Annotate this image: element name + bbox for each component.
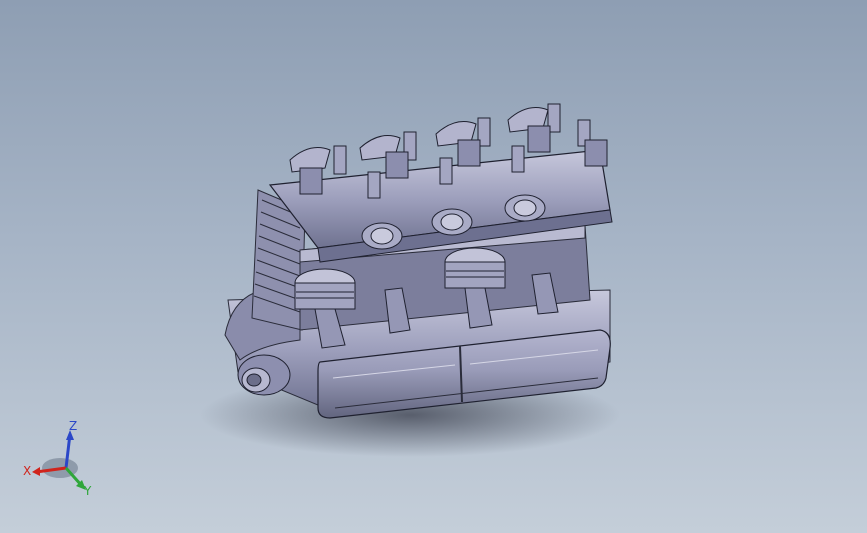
graphics-viewport[interactable]: Z X Y: [0, 0, 867, 533]
axis-triad: Z X Y: [23, 419, 92, 498]
piston-2[interactable]: [444, 247, 506, 289]
x-arrow-icon: [32, 467, 40, 476]
engine-model[interactable]: [0, 0, 867, 533]
crank-pulley[interactable]: [237, 354, 291, 396]
z-axis-label: Z: [69, 419, 77, 433]
x-axis-label: X: [23, 464, 31, 478]
piston-1[interactable]: [294, 268, 356, 310]
y-axis-label: Y: [83, 484, 92, 498]
